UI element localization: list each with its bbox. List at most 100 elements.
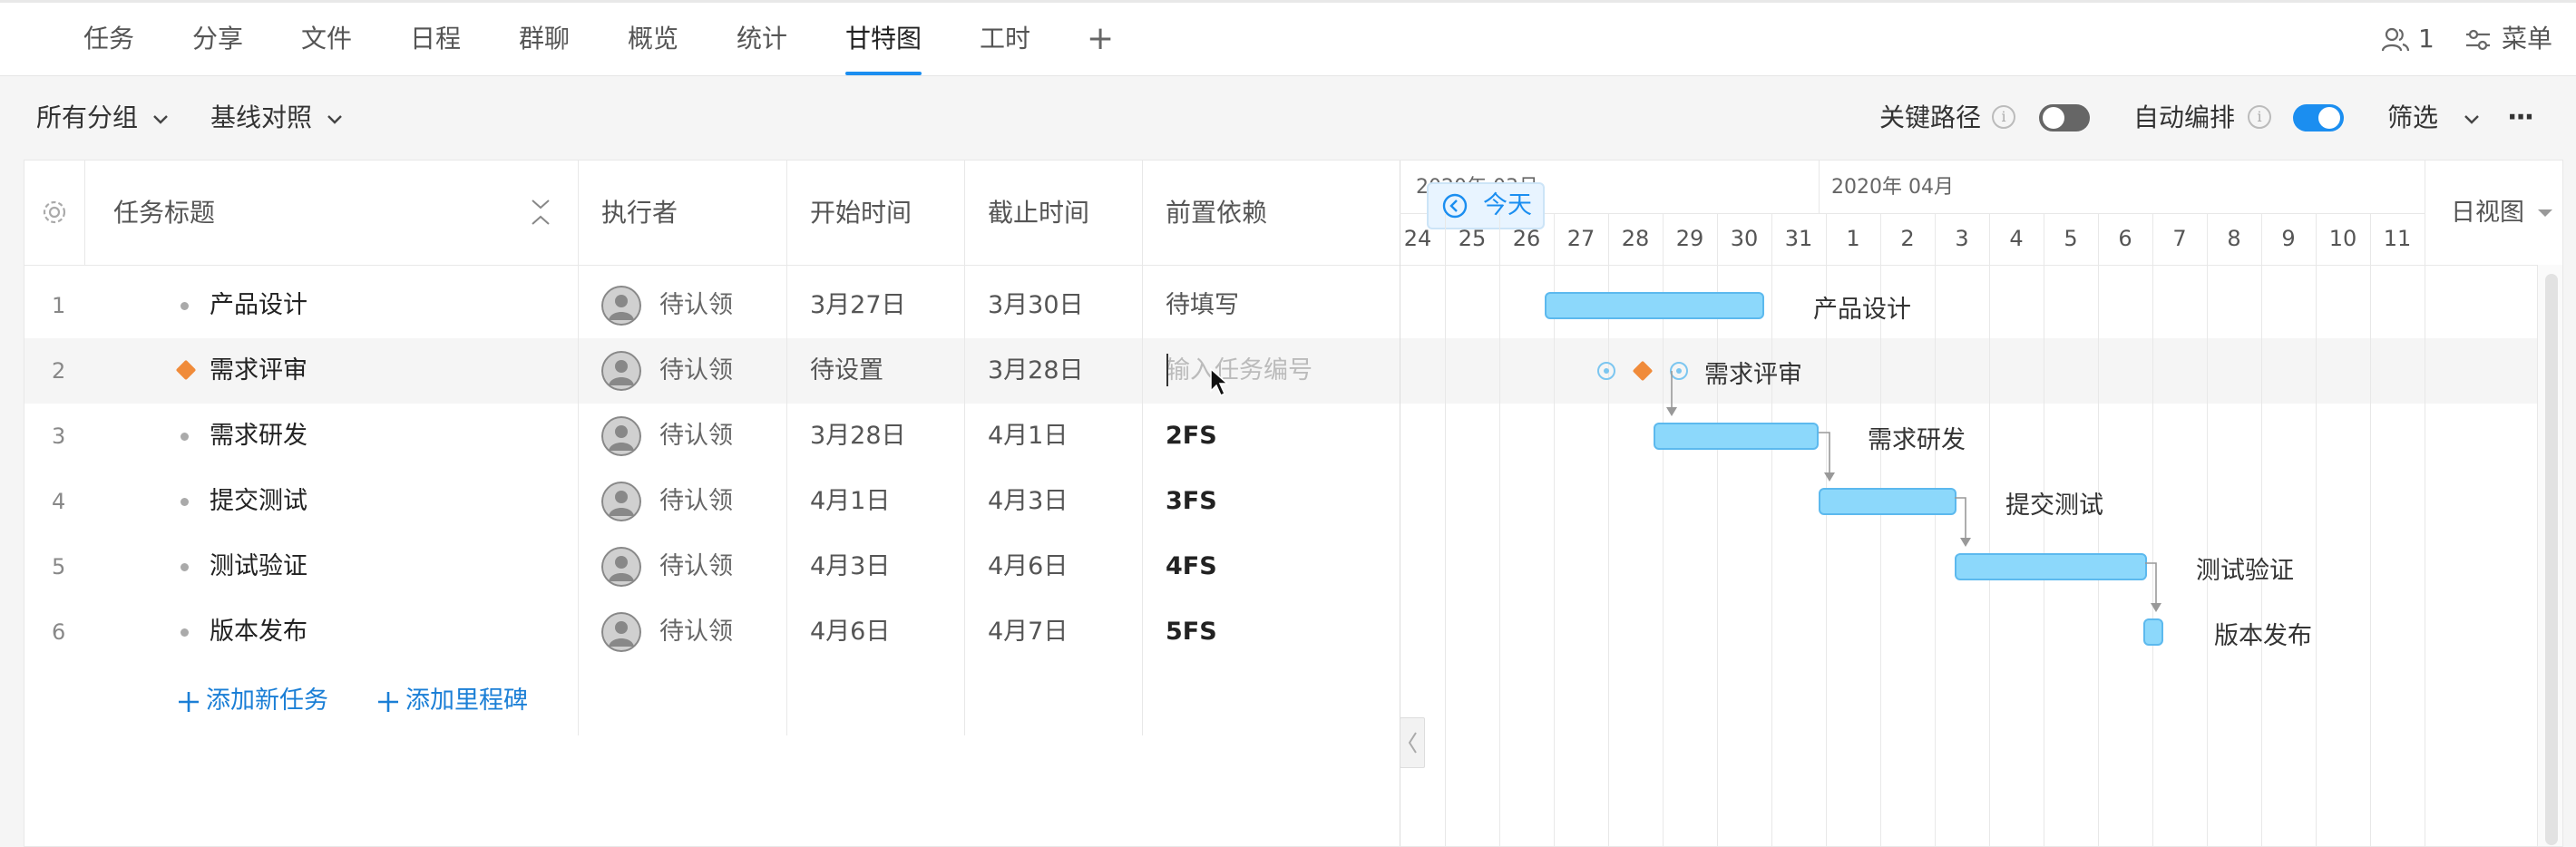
task-title[interactable]: 产品设计 [210,273,307,338]
header-assignee[interactable]: 执行者 [601,161,678,265]
today-label: 今天 [1483,191,1532,219]
start-date[interactable]: 4月1日 [810,469,890,534]
gantt-task-bar[interactable] [1819,488,1956,515]
end-date[interactable]: 4月6日 [988,534,1068,599]
toolbar: 所有分组 基线对照 关键路径 i 自动编排 i 筛选 ··· [0,76,2576,160]
critical-path-toggle[interactable] [2039,104,2090,131]
gantt-task-bar[interactable] [1545,292,1764,319]
start-date[interactable]: 待设置 [810,338,883,404]
toggle-knob [2043,107,2064,129]
auto-schedule-toggle[interactable] [2293,104,2344,131]
top-nav: 任务 分享 文件 日程 群聊 概览 统计 甘特图 工时 + 1 菜单 [0,0,2576,76]
tab-schedule[interactable]: 日程 [410,3,461,75]
gantt-bar-label: 产品设计 [1813,296,1911,324]
baseline-dropdown[interactable]: 基线对照 [210,76,344,160]
tab-statistics[interactable]: 统计 [737,3,787,75]
avatar[interactable] [601,482,641,521]
table-row[interactable]: 5 测试验证 待认领 4月3日 4月6日 4FS [24,534,2562,599]
assignee[interactable]: 待认领 [659,534,733,599]
gantt-bar-label: 需求研发 [1868,426,1966,454]
task-bullet-icon [181,433,189,441]
avatar[interactable] [601,351,641,391]
view-label: 日视图 [2451,199,2524,227]
add-task-button[interactable]: 添加新任务 [177,668,328,734]
filter-dropdown[interactable]: 筛选 [2387,76,2481,160]
tab-tasks[interactable]: 任务 [83,3,134,75]
dependency-field[interactable]: 3FS [1166,469,1217,534]
gantt-task-bar[interactable] [2143,618,2163,646]
members-button[interactable]: 1 [2380,3,2435,75]
table-row[interactable]: 3 需求研发 待认领 3月28日 4月1日 2FS [24,404,2562,469]
collapse-panel-handle[interactable] [1400,717,1425,768]
dependency-field[interactable]: 待填写 [1166,273,1239,338]
critical-path-info-icon[interactable]: i [1992,105,2015,129]
table-row[interactable]: 6 版本发布 待认领 4月6日 4月7日 5FS [24,599,2562,665]
dependency-field[interactable]: 2FS [1166,404,1217,469]
add-milestone-button[interactable]: 添加里程碑 [376,668,528,734]
task-title[interactable]: 需求研发 [210,404,307,469]
assignee[interactable]: 待认领 [659,599,733,665]
gantt-task-bar[interactable] [1654,423,1819,450]
settings-gear-icon[interactable] [39,197,70,228]
mouse-pointer-icon [1210,367,1229,397]
add-tab-button[interactable]: + [1087,3,1114,75]
view-switch[interactable]: 日视图 [2425,161,2562,265]
assignee[interactable]: 待认领 [659,338,733,404]
task-title[interactable]: 提交测试 [210,469,307,534]
tab-overview[interactable]: 概览 [628,3,678,75]
table-row[interactable]: 4 提交测试 待认领 4月1日 4月3日 3FS [24,469,2562,534]
day-label: 7 [2172,226,2187,251]
end-date[interactable]: 4月3日 [988,469,1068,534]
tab-worktime[interactable]: 工时 [980,3,1030,75]
dependency-field[interactable]: 输入任务编号 [1166,338,1312,404]
assignee[interactable]: 待认领 [659,404,733,469]
assignee[interactable]: 待认领 [659,273,733,338]
tab-group-chat[interactable]: 群聊 [519,3,570,75]
gantt-task-bar[interactable] [1955,553,2147,580]
day-label: 28 [1621,226,1650,251]
start-date[interactable]: 3月28日 [810,404,906,469]
tab-files[interactable]: 文件 [301,3,352,75]
assignee[interactable]: 待认领 [659,469,733,534]
end-date[interactable]: 3月28日 [988,338,1084,404]
more-button[interactable]: ··· [2507,76,2534,160]
baseline-marker-icon [1670,362,1688,380]
user-icon [601,351,641,391]
end-date[interactable]: 3月30日 [988,273,1084,338]
scrollbar-thumb[interactable] [2545,274,2558,845]
start-date[interactable]: 3月27日 [810,273,906,338]
end-date[interactable]: 4月7日 [988,599,1068,665]
dependency-field[interactable]: 4FS [1166,534,1217,599]
critical-path-label: 关键路径 [1879,102,1982,132]
header-dependency[interactable]: 前置依赖 [1166,161,1267,265]
start-date[interactable]: 4月6日 [810,599,890,665]
avatar[interactable] [601,416,641,456]
table-row[interactable]: 1 产品设计 待认领 3月27日 3月30日 待填写 [24,273,2562,338]
header-task-title[interactable]: 任务标题 [113,161,215,265]
avatar[interactable] [601,286,641,326]
task-title[interactable]: 测试验证 [210,534,307,599]
task-title[interactable]: 版本发布 [210,599,307,665]
gantt-bar-label: 测试验证 [2196,557,2294,585]
group-filter-dropdown[interactable]: 所有分组 [36,76,170,160]
avatar[interactable] [601,547,641,587]
table-row[interactable]: 2 需求评审 待认领 待设置 3月28日 输入任务编号 [24,338,2562,404]
day-label: 6 [2118,226,2132,251]
dependency-field[interactable]: 5FS [1166,599,1217,665]
caret-down-icon [2538,209,2552,217]
task-bullet-icon [181,498,189,506]
avatar[interactable] [601,612,641,652]
tab-share[interactable]: 分享 [192,3,243,75]
collapse-icon[interactable] [529,197,552,228]
members-icon [2381,27,2410,52]
header-start-time[interactable]: 开始时间 [810,161,912,265]
header-end-time[interactable]: 截止时间 [988,161,1089,265]
vertical-scrollbar[interactable] [2537,265,2562,846]
task-title[interactable]: 需求评审 [210,338,307,404]
header-divider [24,265,2562,266]
start-date[interactable]: 4月3日 [810,534,890,599]
end-date[interactable]: 4月1日 [988,404,1068,469]
menu-button[interactable]: 菜单 [2464,3,2552,75]
tab-gantt[interactable]: 甘特图 [845,3,922,75]
auto-schedule-info-icon[interactable]: i [2248,105,2271,129]
